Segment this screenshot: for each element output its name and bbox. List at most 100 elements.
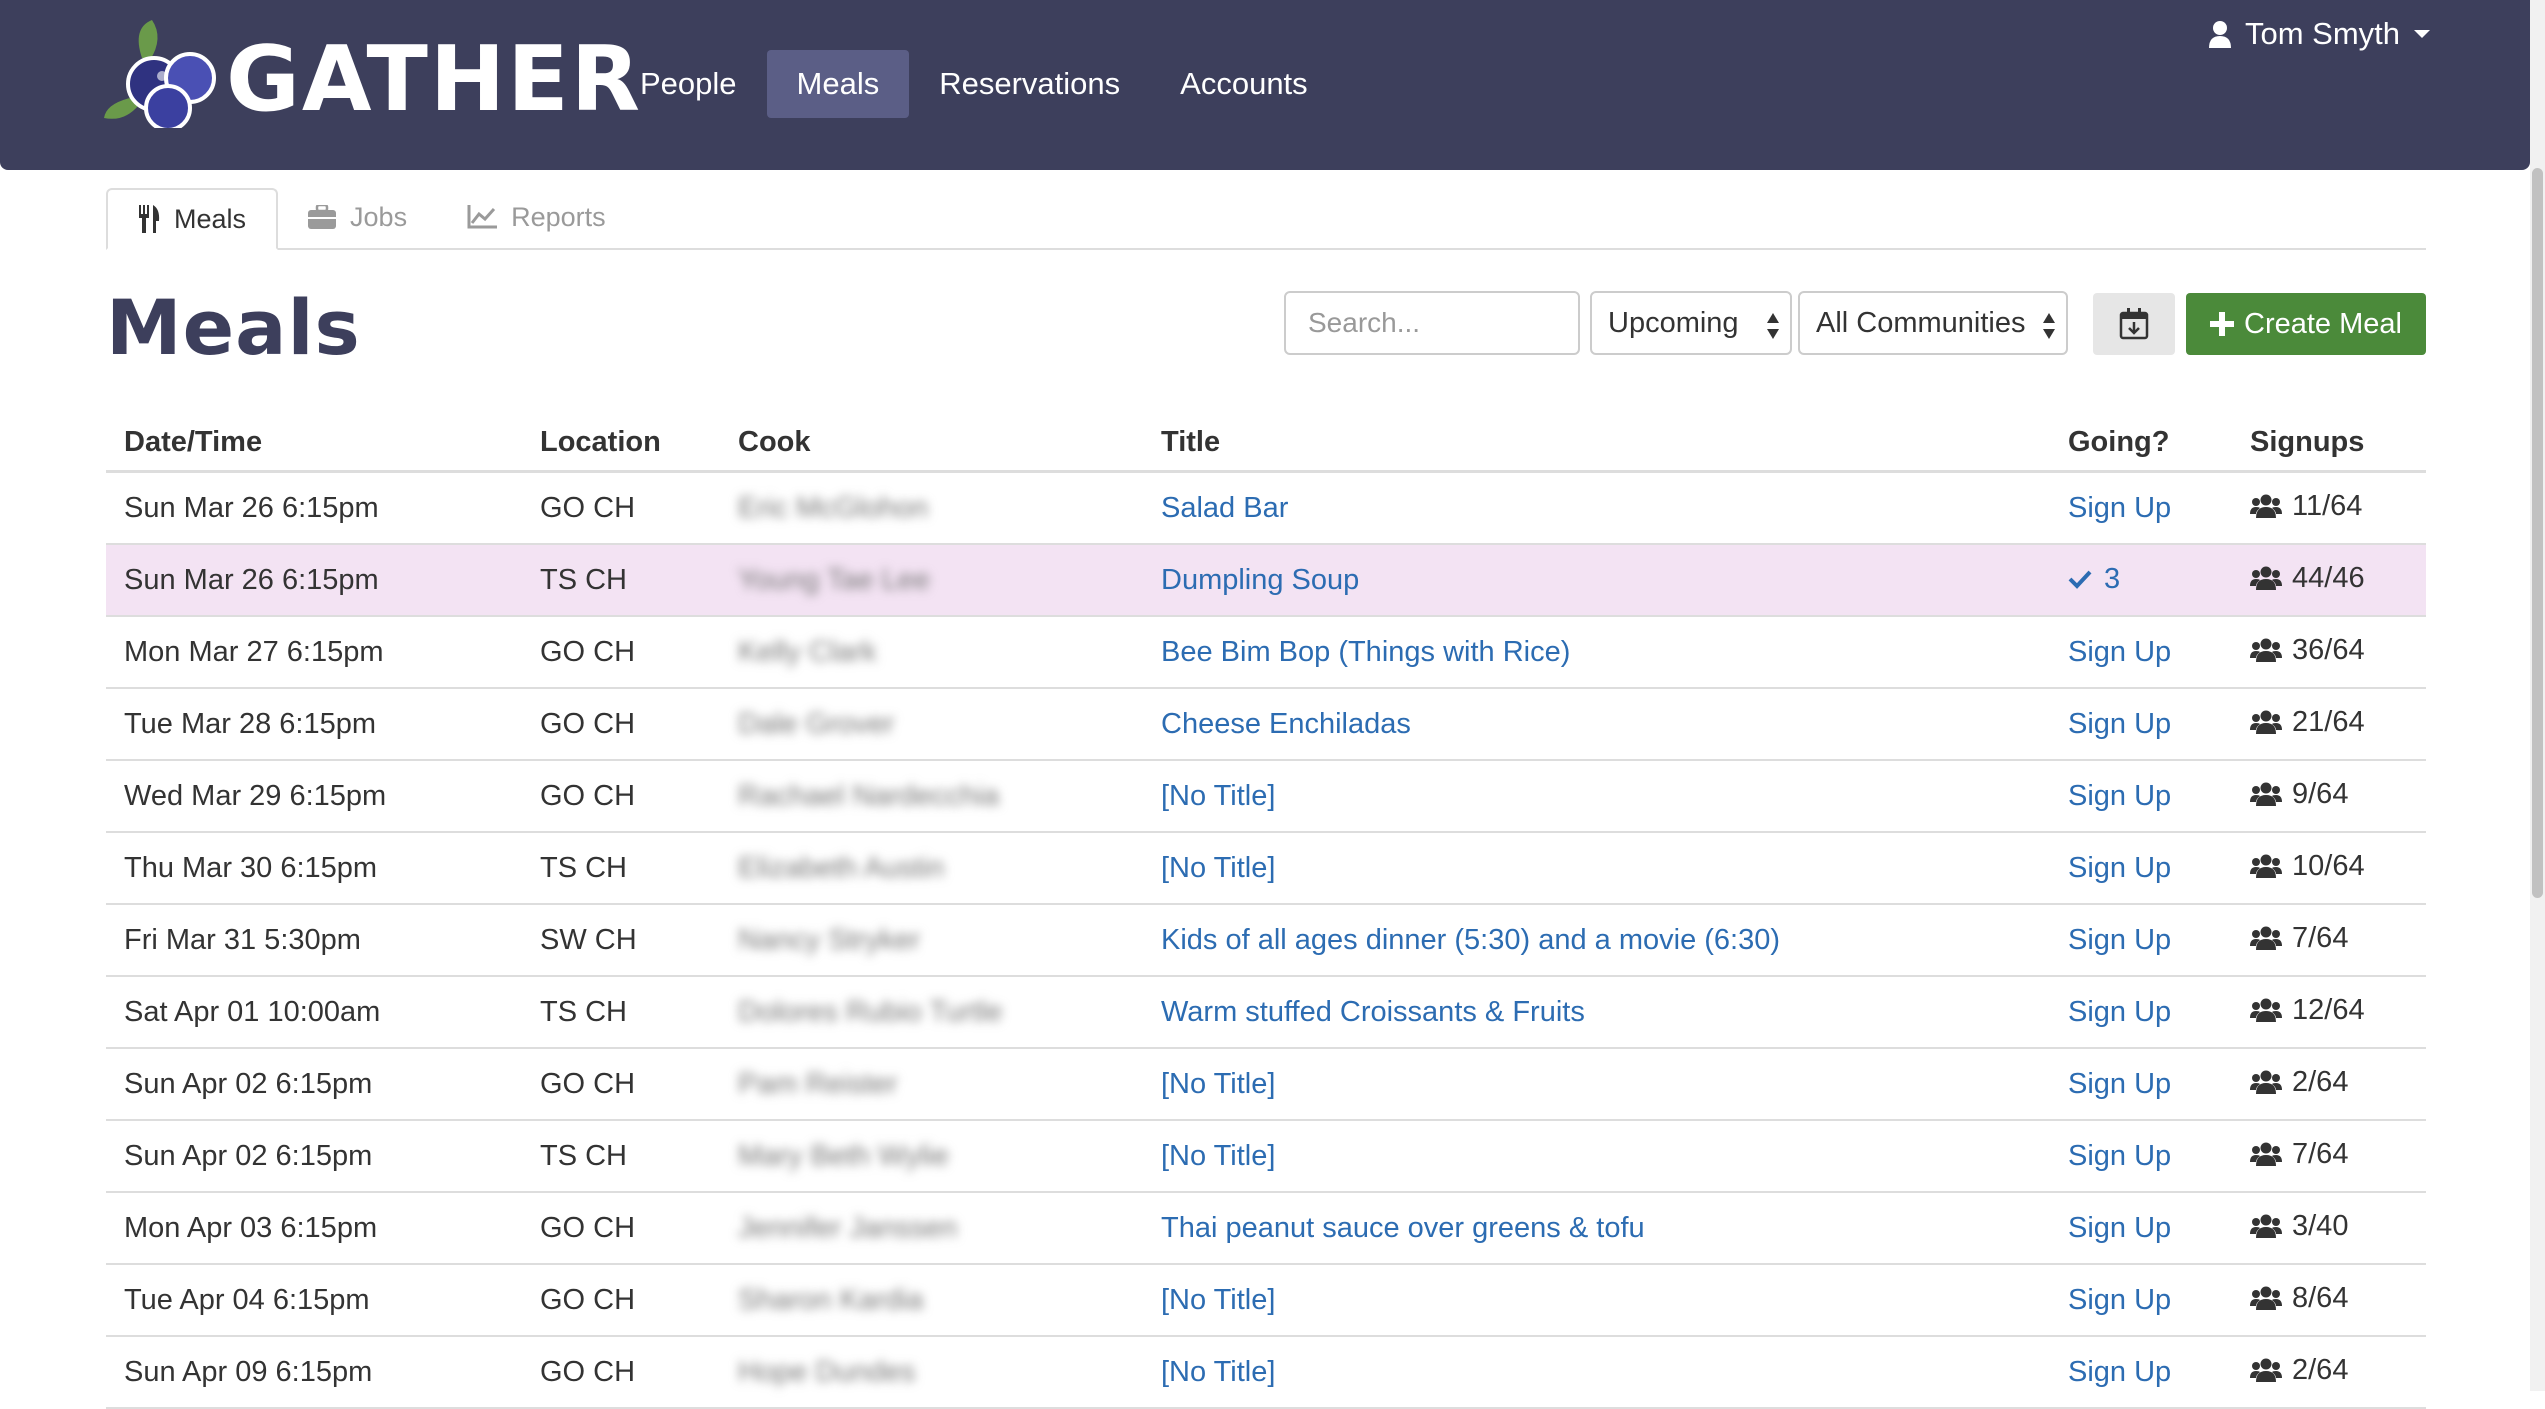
signups-value: 36/64	[2292, 633, 2365, 666]
cell-title: [No Title]	[1143, 1120, 2050, 1193]
subtab-meals-label: Meals	[174, 203, 247, 234]
signups-value: 7/64	[2292, 1137, 2349, 1170]
meal-title-link[interactable]: Dumpling Soup	[1161, 564, 1359, 596]
cell-going: Sign Up	[2050, 760, 2232, 833]
nav-reservations[interactable]: Reservations	[909, 50, 1150, 118]
cell-cook: Dolores Rubio Turtle	[720, 976, 1143, 1049]
sign-up-link[interactable]: Sign Up	[2068, 1356, 2171, 1388]
header-signups[interactable]: Signups	[2232, 414, 2426, 473]
meal-title-link[interactable]: [No Title]	[1161, 780, 1275, 812]
sign-up-link[interactable]: Sign Up	[2068, 636, 2171, 668]
meal-title-link[interactable]: [No Title]	[1161, 1140, 1275, 1172]
signups-value: 8/64	[2292, 1281, 2349, 1314]
cell-cook: Young Tae Lee	[720, 544, 1143, 617]
sign-up-link[interactable]: Sign Up	[2068, 1068, 2171, 1100]
blueberry-logo-icon[interactable]	[102, 18, 232, 128]
meal-title-link[interactable]: [No Title]	[1161, 1356, 1275, 1388]
sign-up-link[interactable]: Sign Up	[2068, 492, 2171, 524]
signups-count: 3/40	[2250, 1210, 2348, 1243]
cell-datetime: Tue Apr 04 6:15pm	[106, 1264, 522, 1337]
cell-title: [No Title]	[1143, 1336, 2050, 1409]
users-icon	[2250, 1214, 2282, 1239]
sign-up-link[interactable]: Sign Up	[2068, 708, 2171, 740]
community-filter-select[interactable]: All Communities	[1798, 291, 2068, 355]
meal-title-link[interactable]: [No Title]	[1161, 852, 1275, 884]
meal-title-link[interactable]: Warm stuffed Croissants & Fruits	[1161, 996, 1585, 1028]
subtab-jobs[interactable]: Jobs	[278, 188, 437, 246]
user-name: Tom Smyth	[2244, 16, 2400, 51]
cook-name: Pam Reister	[738, 1067, 898, 1100]
signups-count: 7/64	[2250, 1138, 2348, 1171]
signups-count: 2/64	[2250, 1066, 2348, 1099]
sign-up-link[interactable]: Sign Up	[2068, 852, 2171, 884]
cell-signups: 7/64	[2232, 1120, 2426, 1193]
cell-cook: Sharon Kardia	[720, 1264, 1143, 1337]
scrollbar[interactable]	[2530, 0, 2545, 1391]
cell-datetime: Fri Mar 31 5:30pm	[106, 904, 522, 977]
nav-accounts[interactable]: Accounts	[1150, 50, 1338, 118]
cook-name: Nancy Stryker	[738, 923, 921, 956]
table-row: Sun Apr 02 6:15pm GO CH Pam Reister [No Tit…	[106, 1048, 2426, 1121]
meal-title-link[interactable]: Thai peanut sauce over greens & tofu	[1161, 1212, 1645, 1244]
cook-name: Elizabeth Austin	[738, 851, 945, 884]
header-going[interactable]: Going?	[2050, 414, 2232, 473]
community-filter-value: All Communities	[1816, 306, 2026, 339]
cook-name: Young Tae Lee	[738, 563, 930, 596]
table-row: Tue Apr 04 6:15pm GO CH Sharon Kardia [No T…	[106, 1264, 2426, 1337]
cell-signups: 21/64	[2232, 688, 2426, 761]
create-meal-button[interactable]: Create Meal	[2186, 293, 2426, 355]
header-title[interactable]: Title	[1143, 414, 2050, 473]
going-status[interactable]: 3	[2068, 563, 2120, 596]
subtab-jobs-label: Jobs	[350, 201, 408, 232]
user-icon	[2208, 21, 2231, 48]
nav-meals[interactable]: Meals	[766, 50, 910, 118]
cell-cook: Dale Grover	[720, 688, 1143, 761]
cell-signups: 7/64	[2232, 904, 2426, 977]
sign-up-link[interactable]: Sign Up	[2068, 924, 2171, 956]
cell-datetime: Sun Apr 02 6:15pm	[106, 1120, 522, 1193]
cell-title: Warm stuffed Croissants & Fruits	[1143, 976, 2050, 1049]
header-datetime[interactable]: Date/Time	[106, 414, 522, 473]
cell-signups: 3/40	[2232, 1192, 2426, 1265]
cell-going: Sign Up	[2050, 688, 2232, 761]
nav-people[interactable]: People	[610, 50, 767, 118]
cook-name: Dale Grover	[738, 707, 895, 740]
meal-title-link[interactable]: Salad Bar	[1161, 492, 1288, 524]
user-menu[interactable]: Tom Smyth	[2208, 14, 2430, 54]
scrollbar-thumb[interactable]	[2532, 168, 2543, 898]
cell-location: GO CH	[522, 1192, 720, 1265]
signups-value: 11/64	[2292, 489, 2363, 522]
subtab-meals[interactable]: Meals	[106, 188, 279, 250]
header-cook[interactable]: Cook	[720, 414, 1143, 473]
brand-name[interactable]: GATHER	[226, 30, 642, 130]
cell-signups: 2/64	[2232, 1336, 2426, 1409]
meal-title-link[interactable]: [No Title]	[1161, 1284, 1275, 1316]
users-icon	[2250, 1358, 2282, 1383]
signups-count: 2/64	[2250, 1354, 2348, 1387]
subtab-reports[interactable]: Reports	[437, 188, 636, 246]
meal-title-link[interactable]: Kids of all ages dinner (5:30) and a mov…	[1161, 924, 1780, 956]
sign-up-link[interactable]: Sign Up	[2068, 1284, 2171, 1316]
sign-up-link[interactable]: Sign Up	[2068, 1212, 2171, 1244]
create-meal-label: Create Meal	[2244, 307, 2402, 340]
meal-title-link[interactable]: Bee Bim Bop (Things with Rice)	[1161, 636, 1570, 668]
time-filter-select[interactable]: Upcoming	[1590, 291, 1792, 355]
calendar-export-button[interactable]	[2093, 293, 2175, 355]
cell-title: [No Title]	[1143, 760, 2050, 833]
cell-datetime: Sat Apr 01 10:00am	[106, 976, 522, 1049]
users-icon	[2250, 926, 2282, 951]
cell-cook: Elizabeth Austin	[720, 832, 1143, 905]
users-icon	[2250, 854, 2282, 879]
users-icon	[2250, 782, 2282, 807]
meal-title-link[interactable]: Cheese Enchiladas	[1161, 708, 1411, 740]
sign-up-link[interactable]: Sign Up	[2068, 996, 2171, 1028]
search-input[interactable]	[1284, 291, 1580, 355]
chart-line-icon	[467, 205, 498, 229]
header-location[interactable]: Location	[522, 414, 720, 473]
table-row: Sun Mar 26 6:15pm TS CH Young Tae Lee Dumpl…	[106, 544, 2426, 617]
sign-up-link[interactable]: Sign Up	[2068, 780, 2171, 812]
page-title: Meals	[106, 283, 361, 372]
sign-up-link[interactable]: Sign Up	[2068, 1140, 2171, 1172]
meal-title-link[interactable]: [No Title]	[1161, 1068, 1275, 1100]
signups-value: 12/64	[2292, 993, 2365, 1026]
